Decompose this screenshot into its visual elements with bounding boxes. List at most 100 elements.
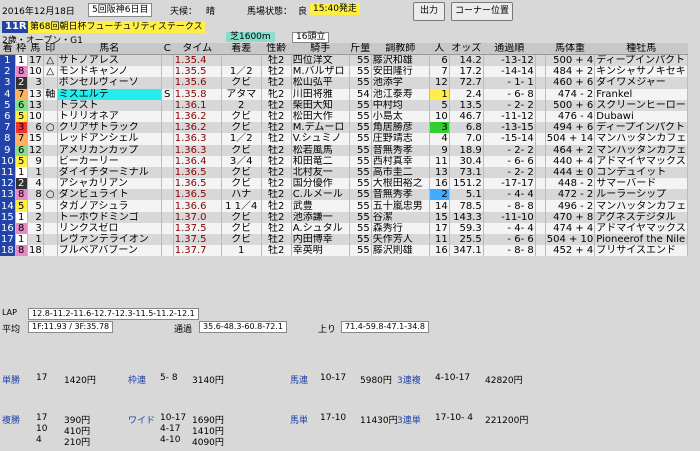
table-row[interactable]: 7 3 6 ○ クリアザトラック 1.36.2 クビ 牡2 M.デムーロ 55 角居勝彦 3 6.8 -1… — [0, 122, 689, 134]
cell-pass: - 8- 8 — [483, 200, 536, 212]
cell-margin: ハナ — [221, 189, 262, 201]
cell-pass: - 2- 2 — [483, 166, 536, 179]
cell-name: ビーカーリー — [57, 155, 162, 167]
col-header[interactable]: タイム — [173, 43, 222, 55]
col-header[interactable] — [535, 43, 546, 55]
table-row[interactable]: 15 1 2 トーホウドミンゴ 1.37.0 クビ 牡2 池添謙一 55 谷潔 15 143.3 -11… — [0, 211, 689, 223]
table-row[interactable]: 17 1 1 レヴァンテライオン 1.37.5 クビ 牡2 内田博幸 55 矢作芳人 11 25.5-… — [0, 234, 689, 246]
cell-uma: 10 — [27, 110, 44, 123]
cell-mark: △ — [43, 54, 58, 67]
cell-waku: 7 — [15, 88, 28, 100]
cell-trainer: 森秀行 — [371, 222, 430, 234]
cell-time: 1.36.3 — [173, 144, 222, 156]
col-header[interactable]: 人 — [429, 43, 450, 55]
col-header[interactable]: 通過順 — [483, 43, 536, 55]
table-row[interactable]: 16 8 3 リンクスゼロ 1.37.5 クビ 牡2 A.シュタル 55 森秀行 17 59.3- 4… — [0, 222, 689, 234]
col-header[interactable]: 馬体重 — [545, 43, 595, 55]
table-row[interactable]: 11 1 1 ダイイチターミナル 1.36.5 クビ 牡2 北村友一 55 高市圭二 13 73.1-… — [0, 166, 689, 179]
col-header[interactable]: 性齢 — [261, 43, 292, 55]
col-header[interactable]: 馬名 — [57, 43, 162, 55]
cell-waku: 8 — [15, 189, 28, 201]
cell-pos: 2 — [0, 66, 16, 78]
cell-sex: 牡2 — [261, 200, 292, 212]
cell-waku: 7 — [15, 133, 28, 145]
cell-c — [161, 99, 174, 111]
col-header[interactable]: 騎手 — [291, 43, 350, 55]
spacer-cell — [535, 88, 546, 100]
cell-kin: 55 — [349, 155, 372, 167]
cell-mark — [43, 211, 58, 223]
cell-name: クリアザトラック — [57, 122, 162, 134]
col-header[interactable]: 着 — [0, 43, 16, 55]
table-row[interactable]: 12 2 4 アシャカリアン 1.36.5 クビ 牡2 国分優作 55 大根田裕之 16 151.2-… — [0, 178, 689, 190]
cell-time: 1.35.8 — [173, 88, 222, 100]
cell-weight: 500 + 4 — [545, 54, 596, 67]
spacer-cell — [535, 133, 546, 145]
col-header[interactable]: 枠 — [15, 43, 28, 55]
col-header[interactable]: 斤量 — [349, 43, 372, 55]
table-row[interactable]: 3 2 3 ボンセルヴィーソ 1.35.6 クビ 牡2 松山弘平 55 池添学 12 72.7- 1-… — [0, 77, 689, 89]
table-row[interactable]: 10 5 9 ビーカーリー 1.36.4 3／4 牡2 和田竜二 55 西村真幸 11 30.4- 6… — [0, 155, 689, 167]
cell-waku: 8 — [15, 245, 28, 257]
col-header[interactable]: 着差 — [221, 43, 262, 55]
cell-mark — [43, 166, 58, 179]
cell-name: モンドキャンノ — [57, 66, 162, 78]
cell-trainer: 大根田裕之 — [371, 178, 430, 190]
cell-pop: 16 — [429, 245, 450, 257]
col-header[interactable]: 調教師 — [371, 43, 430, 55]
table-row[interactable]: 9 6 12 アメリカンカップ 1.36.3 クビ 牡2 松若風馬 55 音無秀孝 9 18.9- 2… — [0, 144, 689, 156]
table-row[interactable]: 8 7 15 レッドアンシェル 1.36.3 1／2 牡2 V.シュミノ 55 庄野靖志 4 7.0-… — [0, 133, 689, 145]
col-header[interactable]: C — [161, 43, 174, 55]
payout-type3: 馬単 — [290, 416, 309, 426]
cell-margin: 3／4 — [221, 155, 262, 167]
payout-amount2: 3140円 — [192, 376, 224, 386]
cell-pop: 6 — [429, 54, 450, 67]
table-row[interactable]: 14 5 5 タガノアシュラ 1.36.6 1 1／4 牡2 武豊 55 五十嵐忠男 14 78.5-… — [0, 200, 689, 212]
cell-pop: 7 — [429, 66, 450, 78]
table-row[interactable]: 4 7 13 軸ミスエルテ S 1.35.8 アタマ 牝2 川田将雅 54 池江泰寿 1 2.4- 6-… — [0, 88, 689, 100]
corner-position-button[interactable]: コーナー位置 — [451, 2, 513, 21]
payout-combo: 17 — [36, 413, 48, 423]
cell-time: 1.36.4 — [173, 155, 222, 167]
cell-margin: クビ — [221, 77, 262, 89]
cell-uma: 17 — [27, 54, 44, 67]
cell-margin: クビ — [221, 144, 262, 156]
cell-waku: 5 — [15, 110, 28, 123]
cell-jockey: C.ルメール — [291, 189, 350, 201]
up-values: 71.4-59.8-47.1-34.8 — [341, 321, 429, 333]
cell-sex: 牡2 — [261, 144, 292, 156]
cell-trainer: 矢作芳人 — [371, 234, 430, 246]
print-button[interactable]: 出力 — [413, 2, 445, 21]
col-header[interactable]: オッズ — [449, 43, 484, 55]
col-header[interactable]: 印 — [43, 43, 58, 55]
table-row[interactable]: 1 1 17 △ サトノアレス 1.35.4 牡2 四位洋文 55 藤沢和雄 6 14.2 -13-12… — [0, 54, 689, 67]
table-row[interactable]: 13 8 8 ○ ダンビュライト 1.36.5 ハナ 牡2 C.ルメール 55 音無秀孝 2 5.1- … — [0, 189, 689, 201]
table-header: 着 枠 馬 印 馬名 C タイム 着差 性齢 騎手 斤量 調教師 人 オッズ 通… — [0, 43, 688, 55]
cell-sire: ディープインパクト — [594, 54, 689, 67]
table-row[interactable]: 6 5 10 トリリオネア 1.36.2 クビ 牡2 松田大作 55 小島太 10 46.7 -11-1… — [0, 110, 689, 123]
cell-pass: - 6- 6 — [483, 234, 536, 246]
table-row[interactable]: 2 8 10 △ モンドキャンノ 1.35.5 1／2 牡2 M.バルザロ 55 安田隆行 7 17.2… — [0, 66, 689, 78]
cell-odds: 72.7 — [449, 77, 484, 89]
cell-name: レヴァンテライオン — [57, 234, 162, 246]
cell-weight: 504 + 10 — [545, 234, 596, 246]
cell-pos: 18 — [0, 245, 16, 257]
payout-combo2: 4-10 — [160, 435, 181, 445]
cell-pos: 11 — [0, 166, 16, 179]
col-header[interactable]: 種牡馬 — [594, 43, 688, 55]
cell-trainer: 安田隆行 — [371, 66, 430, 78]
col-header[interactable]: 馬 — [27, 43, 44, 55]
cell-uma: 1 — [27, 166, 44, 179]
cell-c — [161, 144, 174, 156]
cell-time: 1.37.5 — [173, 234, 222, 246]
spacer-cell — [535, 234, 546, 246]
cell-pass: -11-10 — [483, 211, 536, 223]
cell-mark — [43, 110, 58, 123]
table-row[interactable]: 5 6 13 トラスト 1.36.1 2 牡2 柴田大知 55 中村均 5 13.5- 2- 2 500… — [0, 99, 689, 111]
cell-c — [161, 122, 174, 134]
spacer-cell — [535, 189, 546, 201]
cell-uma: 8 — [27, 189, 44, 201]
table-row[interactable]: 18 8 18 ブルベアバブーン 1.37.7 1 牡2 幸英明 55 藤沢則雄 16 347.1- … — [0, 245, 689, 257]
cell-time: 1.35.5 — [173, 66, 222, 78]
cell-pop: 14 — [429, 200, 450, 212]
